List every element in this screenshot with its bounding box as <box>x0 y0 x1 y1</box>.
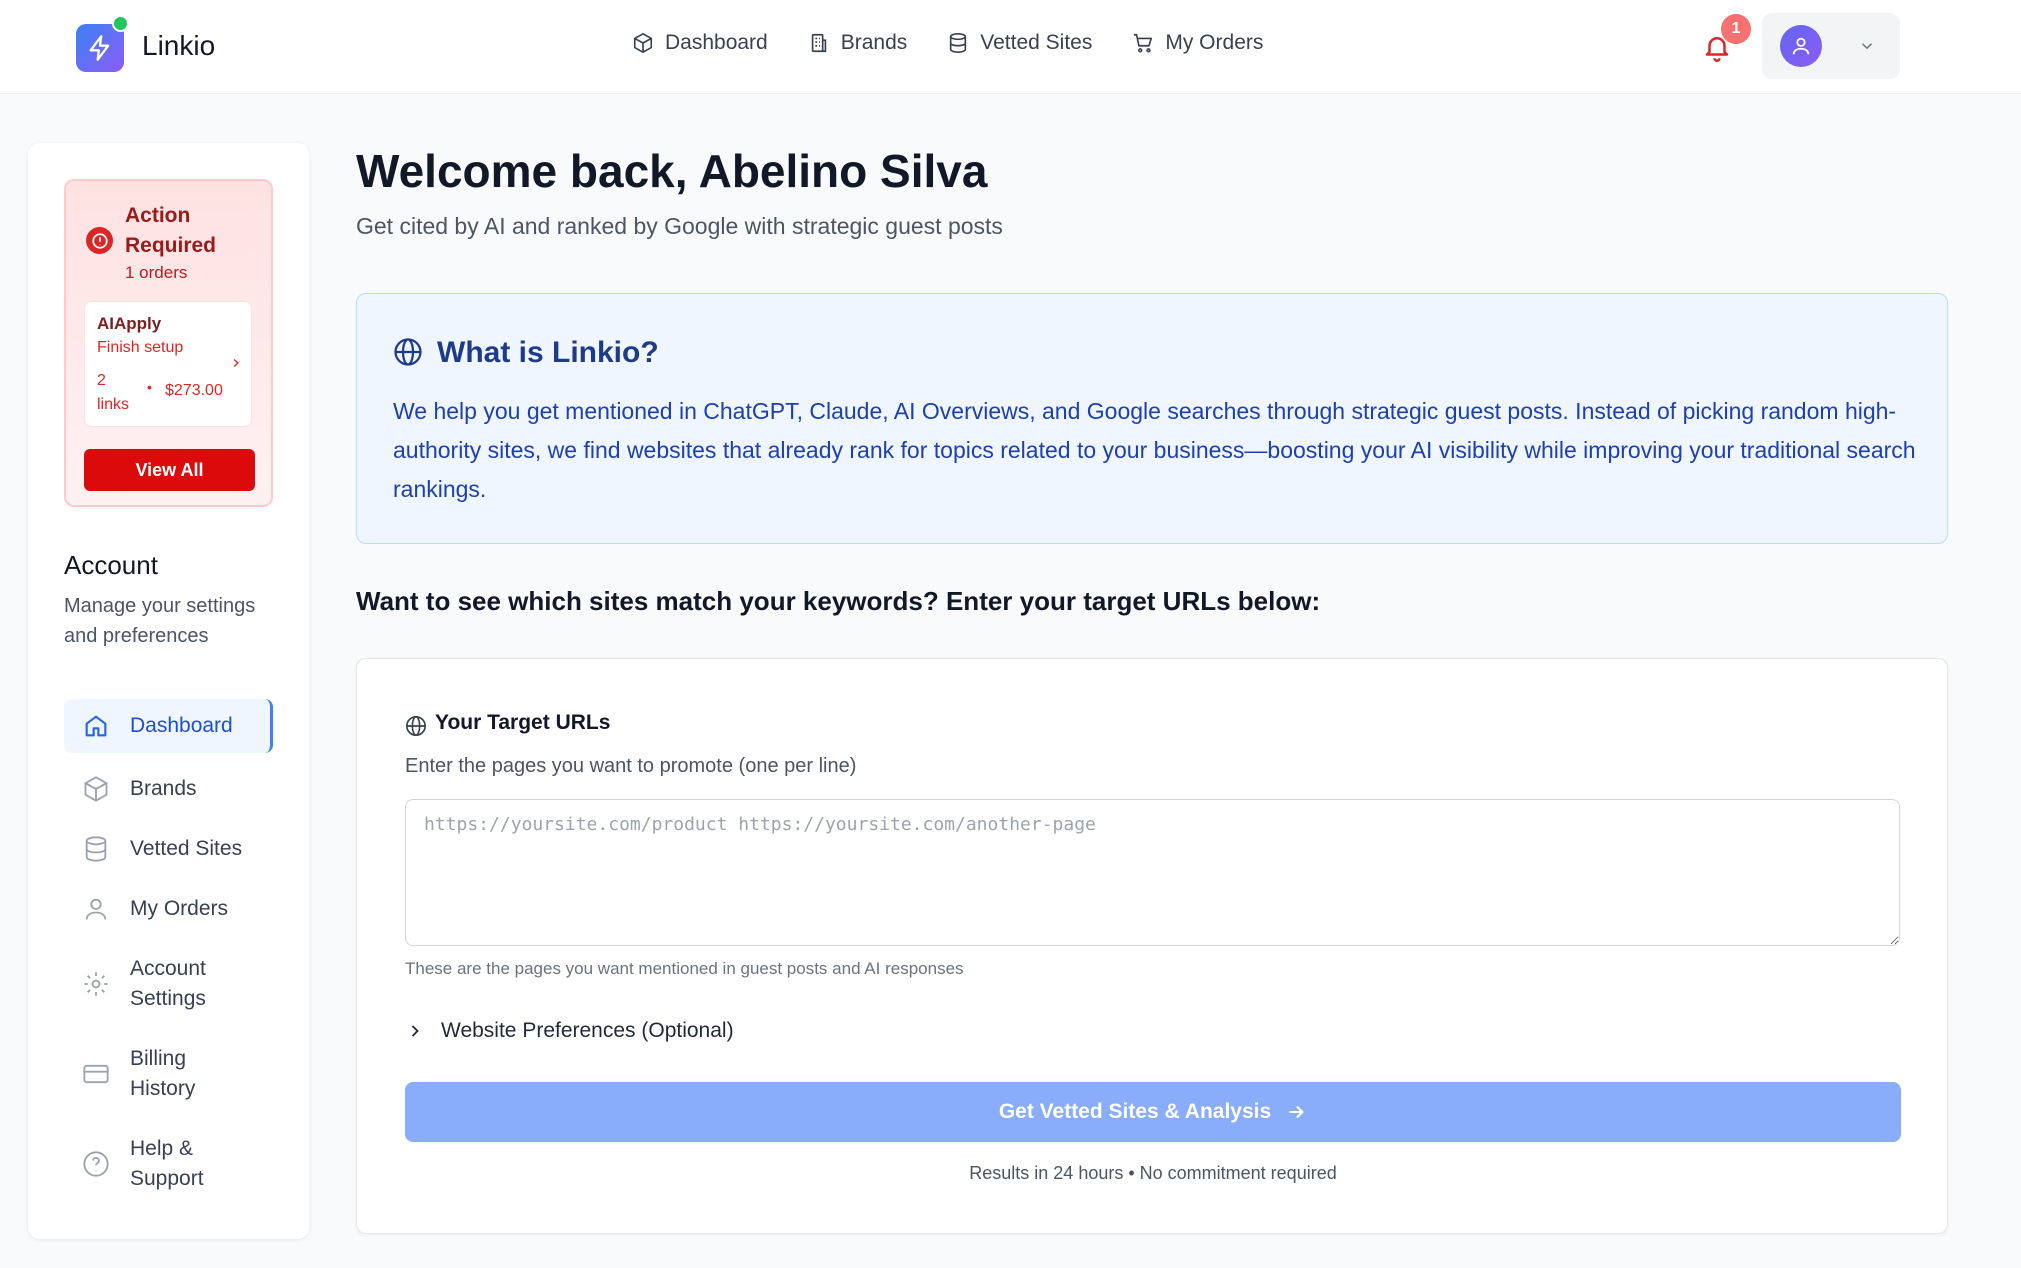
top-navigation: Dashboard Brands Vetted Sites My Orders <box>632 31 1263 55</box>
sidebar-item-label: Vetted Sites <box>130 837 243 860</box>
sidebar-item-dashboard[interactable]: Dashboard <box>64 699 273 753</box>
info-body: We help you get mentioned in ChatGPT, Cl… <box>393 398 1916 502</box>
topnav-vetted-sites[interactable]: Vetted Sites <box>947 31 1092 55</box>
gear-icon <box>82 970 110 998</box>
user-icon <box>82 895 110 923</box>
sidebar-item-label: Help & Support <box>130 1137 204 1190</box>
target-urls-input[interactable] <box>405 799 1900 946</box>
chevron-right-icon <box>229 356 243 370</box>
cube-icon <box>82 775 110 803</box>
sidebar-item-label: Dashboard <box>130 714 233 737</box>
target-urls-label: Your Target URLs <box>435 711 611 734</box>
topnav-label: My Orders <box>1165 31 1264 54</box>
credit-card-icon <box>82 1060 110 1088</box>
page-title: Welcome back, Abelino Silva <box>356 145 988 197</box>
notification-badge: 1 <box>1721 14 1751 44</box>
sidebar-item-label: Brands <box>130 777 197 800</box>
account-subtitle: Manage your settings and preferences <box>64 595 256 647</box>
website-preferences-toggle[interactable]: Website Preferences (Optional) <box>405 1019 734 1043</box>
order-name: AIApply <box>97 314 162 333</box>
topnav-label: Dashboard <box>665 31 768 54</box>
sidebar-item-label: Account Settings <box>130 957 206 1010</box>
building-icon <box>808 32 830 54</box>
user-menu[interactable] <box>1762 13 1900 79</box>
sidebar-item-vetted-sites[interactable]: Vetted Sites <box>64 819 273 879</box>
info-card: What is Linkio? We help you get mentione… <box>356 293 1948 544</box>
alert-circle-icon <box>86 227 113 254</box>
sidebar-item-help-support[interactable]: Help & Support <box>64 1119 244 1209</box>
submit-label: Get Vetted Sites & Analysis <box>998 1100 1272 1123</box>
target-urls-note: These are the pages you want mentioned i… <box>405 959 964 978</box>
alert-title: Action Required <box>125 204 217 257</box>
topnav-brands[interactable]: Brands <box>808 31 908 55</box>
home-icon <box>82 712 110 740</box>
order-price: $273.00 <box>165 382 223 399</box>
alert-count: 1 orders <box>125 263 188 282</box>
topnav-my-orders[interactable]: My Orders <box>1132 31 1263 55</box>
sidebar-item-billing-history[interactable]: Billing History <box>64 1029 244 1119</box>
chevron-right-icon <box>405 1021 425 1041</box>
order-links: 2 links <box>97 372 130 413</box>
arrow-right-icon <box>1285 1101 1307 1123</box>
info-title: What is Linkio? <box>437 336 659 369</box>
order-separator: • <box>147 379 152 395</box>
submit-note: Results in 24 hours • No commitment requ… <box>969 1163 1337 1183</box>
account-title: Account <box>64 550 158 580</box>
sidebar-item-account-settings[interactable]: Account Settings <box>64 939 244 1029</box>
sidebar-item-label: My Orders <box>130 897 229 920</box>
order-status: Finish setup <box>97 339 184 356</box>
online-status-dot <box>112 15 129 32</box>
topnav-label: Brands <box>840 31 908 54</box>
top-bar: Linkio Dashboard Brands Vetted Sites My … <box>0 0 2021 94</box>
view-all-button[interactable]: View All <box>84 449 255 491</box>
sidebar-item-brands[interactable]: Brands <box>64 759 273 819</box>
cart-icon <box>1132 32 1154 54</box>
action-required-card: Action Required 1 orders AIApply Finish … <box>64 179 273 507</box>
sidebar-item-my-orders[interactable]: My Orders <box>64 879 273 939</box>
preferences-label: Website Preferences (Optional) <box>441 1019 734 1042</box>
sidebar-item-label: Billing History <box>130 1047 196 1100</box>
globe-icon <box>393 337 423 367</box>
sidebar-navigation: Dashboard Brands Vetted Sites My Orders … <box>64 699 273 1209</box>
sidebar: Action Required 1 orders AIApply Finish … <box>28 143 309 1239</box>
globe-icon <box>405 715 427 737</box>
brand-name[interactable]: Linkio <box>142 30 215 62</box>
topnav-dashboard[interactable]: Dashboard <box>632 31 768 55</box>
cube-icon <box>632 32 654 54</box>
database-icon <box>947 32 969 54</box>
cta-question: Want to see which sites match your keywo… <box>356 586 1321 616</box>
topnav-label: Vetted Sites <box>980 31 1093 54</box>
database-icon <box>82 835 110 863</box>
chevron-down-icon[interactable] <box>1858 37 1876 55</box>
help-circle-icon <box>82 1150 110 1178</box>
pending-order-card[interactable]: AIApply Finish setup 2 links • $273.00 <box>84 301 252 427</box>
page-subtitle: Get cited by AI and ranked by Google wit… <box>356 213 1003 239</box>
avatar[interactable] <box>1780 25 1822 67</box>
get-vetted-sites-button[interactable]: Get Vetted Sites & Analysis <box>405 1082 1901 1142</box>
target-urls-form: Your Target URLs Enter the pages you wan… <box>356 658 1948 1234</box>
target-urls-help: Enter the pages you want to promote (one… <box>405 755 857 777</box>
